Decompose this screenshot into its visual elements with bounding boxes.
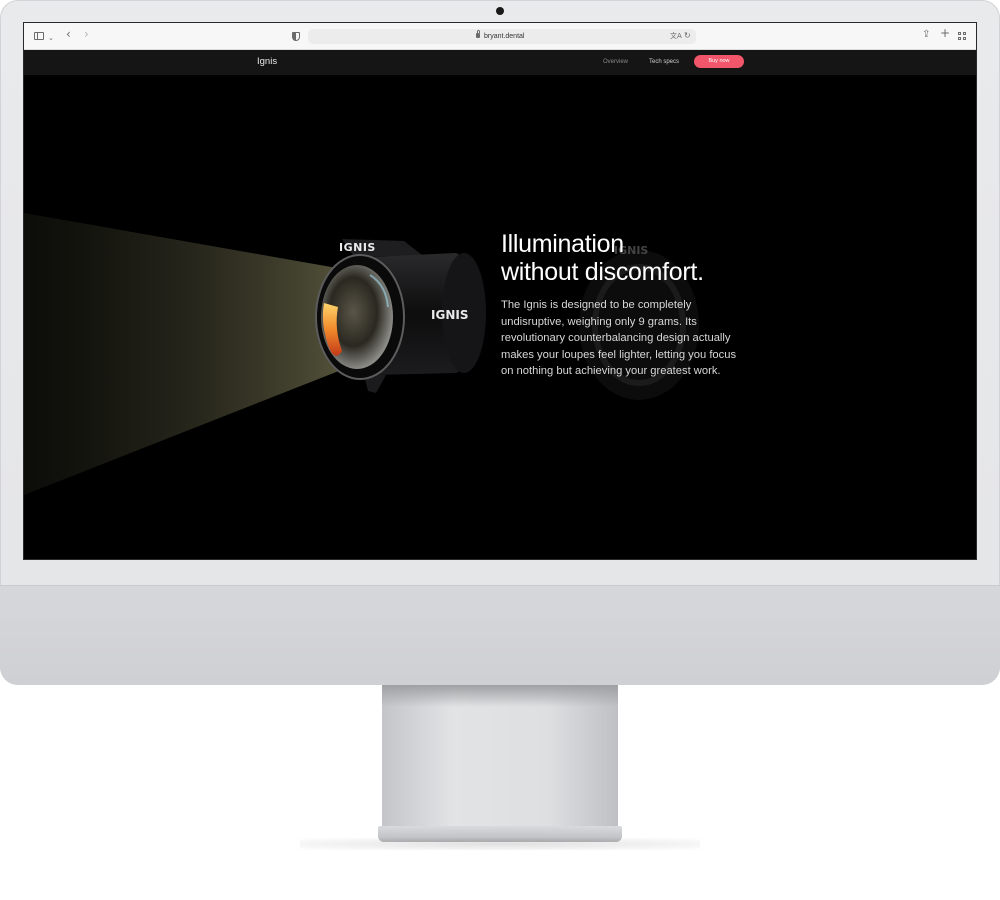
headline-line-1: Illumination — [501, 230, 624, 258]
browser-toolbar: ⌄ ‹ › bryant.dental 文A ↻ ⇪ + — [24, 23, 976, 50]
address-bar[interactable]: bryant.dental 文A ↻ — [308, 29, 696, 44]
back-icon[interactable]: ‹ — [66, 28, 71, 40]
chevron-down-icon[interactable]: ⌄ — [48, 33, 54, 43]
shield-icon[interactable] — [292, 32, 300, 41]
forward-icon[interactable]: › — [84, 28, 89, 40]
browser-window: ⌄ ‹ › bryant.dental 文A ↻ ⇪ + Ignis Overv… — [23, 22, 977, 560]
hero-headline: Illumination without discomfort. — [501, 230, 781, 286]
buy-now-button[interactable]: Buy now — [694, 55, 744, 68]
tabs-grid-icon[interactable] — [958, 32, 967, 41]
product-logo-top: IGNIS — [339, 241, 376, 254]
monitor-frame: ⌄ ‹ › bryant.dental 文A ↻ ⇪ + Ignis Overv… — [0, 0, 1000, 685]
url-text[interactable]: bryant.dental — [484, 31, 524, 42]
product-logo-side: IGNIS — [431, 308, 468, 322]
share-icon[interactable]: ⇪ — [922, 30, 930, 40]
stand-shadow — [382, 685, 618, 707]
translate-icon[interactable]: 文A — [670, 31, 682, 42]
nav-overview-link[interactable]: Overview — [603, 58, 628, 66]
hero-body-text: The Ignis is designed to be completely u… — [501, 299, 737, 378]
headline-line-2: without discomfort. — [501, 258, 704, 286]
camera-dot — [496, 7, 504, 15]
plus-icon[interactable]: + — [940, 27, 950, 39]
brand-logo[interactable]: Ignis — [257, 56, 277, 68]
sidebar-icon[interactable] — [34, 32, 44, 40]
reload-icon[interactable]: ↻ — [684, 30, 691, 42]
monitor-chin — [0, 585, 1000, 685]
site-navbar: Ignis Overview Tech specs Buy now — [24, 50, 976, 75]
lock-icon — [476, 30, 480, 38]
floor-shadow — [300, 838, 700, 850]
nav-tech-specs-link[interactable]: Tech specs — [649, 58, 679, 66]
hero-section: IGNIS IGNIS IGNIS Illumination without d… — [24, 75, 976, 559]
